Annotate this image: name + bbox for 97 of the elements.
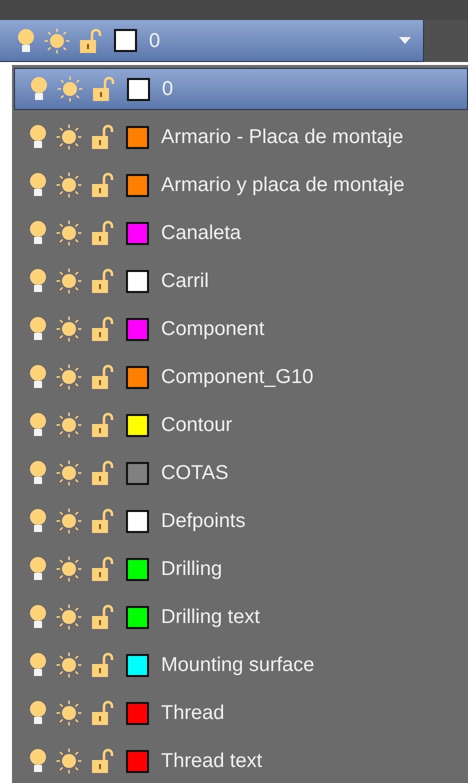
layer-name: Armario - Placa de montaje xyxy=(161,125,404,150)
layer-name: Mounting surface xyxy=(161,653,314,678)
color-swatch[interactable] xyxy=(126,558,149,580)
layer-dropdown[interactable]: 0 xyxy=(0,20,424,62)
lightbulb-icon[interactable] xyxy=(28,172,48,198)
sun-icon[interactable] xyxy=(44,28,70,54)
layer-name: Thread xyxy=(161,701,224,726)
padlock-icon[interactable] xyxy=(91,76,115,102)
sun-icon[interactable] xyxy=(56,220,82,246)
padlock-icon[interactable] xyxy=(90,172,114,198)
sun-icon[interactable] xyxy=(56,556,82,582)
sun-icon[interactable] xyxy=(56,364,82,390)
layer-name: Defpoints xyxy=(161,509,246,534)
padlock-icon[interactable] xyxy=(90,460,114,486)
layer-row[interactable]: Thread text xyxy=(12,737,468,783)
padlock-icon[interactable] xyxy=(90,604,114,630)
lightbulb-icon[interactable] xyxy=(28,124,48,150)
layer-row[interactable]: Thread xyxy=(12,689,468,737)
padlock-icon[interactable] xyxy=(78,28,102,54)
layer-row[interactable]: Drilling text xyxy=(12,593,468,641)
padlock-icon[interactable] xyxy=(90,412,114,438)
layer-name: Thread text xyxy=(161,749,262,774)
padlock-icon[interactable] xyxy=(90,652,114,678)
lightbulb-icon[interactable] xyxy=(29,76,49,102)
color-swatch[interactable] xyxy=(126,414,149,436)
lightbulb-icon[interactable] xyxy=(28,412,48,438)
layer-row[interactable]: Component xyxy=(12,305,468,353)
layer-name: 0 xyxy=(149,28,162,54)
padlock-icon[interactable] xyxy=(90,316,114,342)
layer-name: Contour xyxy=(161,413,232,438)
layer-row[interactable]: Armario y placa de montaje xyxy=(12,161,468,209)
padlock-icon[interactable] xyxy=(90,748,114,774)
layer-name: COTAS xyxy=(161,461,228,486)
sun-icon[interactable] xyxy=(56,124,82,150)
color-swatch[interactable] xyxy=(126,366,149,388)
layer-name: Armario y placa de montaje xyxy=(161,173,404,198)
sun-icon[interactable] xyxy=(56,652,82,678)
color-swatch[interactable] xyxy=(126,654,149,676)
color-swatch[interactable] xyxy=(126,510,149,532)
color-swatch[interactable] xyxy=(114,29,137,52)
sun-icon[interactable] xyxy=(57,76,83,102)
lightbulb-icon[interactable] xyxy=(28,364,48,390)
lightbulb-icon[interactable] xyxy=(28,652,48,678)
lightbulb-icon[interactable] xyxy=(28,748,48,774)
dropdown-arrow-icon[interactable] xyxy=(399,36,411,44)
color-swatch[interactable] xyxy=(126,126,149,148)
lightbulb-icon[interactable] xyxy=(28,316,48,342)
sun-icon[interactable] xyxy=(56,604,82,630)
lightbulb-icon[interactable] xyxy=(28,460,48,486)
color-swatch[interactable] xyxy=(126,222,149,244)
color-swatch[interactable] xyxy=(126,318,149,340)
lightbulb-icon[interactable] xyxy=(16,28,36,54)
layer-row[interactable]: COTAS xyxy=(12,449,468,497)
sun-icon[interactable] xyxy=(56,268,82,294)
lightbulb-icon[interactable] xyxy=(28,508,48,534)
sun-icon[interactable] xyxy=(56,508,82,534)
lightbulb-icon[interactable] xyxy=(28,556,48,582)
sun-icon[interactable] xyxy=(56,748,82,774)
layer-name: Drilling text xyxy=(161,605,260,630)
sun-icon[interactable] xyxy=(56,172,82,198)
layer-row[interactable]: Mounting surface xyxy=(12,641,468,689)
color-swatch[interactable] xyxy=(126,462,149,484)
padlock-icon[interactable] xyxy=(90,556,114,582)
lightbulb-icon[interactable] xyxy=(28,604,48,630)
layer-name: Carril xyxy=(161,269,209,294)
lightbulb-icon[interactable] xyxy=(28,700,48,726)
layer-name: Drilling xyxy=(161,557,222,582)
padlock-icon[interactable] xyxy=(90,700,114,726)
padlock-icon[interactable] xyxy=(90,268,114,294)
layer-row[interactable]: Drilling xyxy=(12,545,468,593)
color-swatch[interactable] xyxy=(126,606,149,628)
color-swatch[interactable] xyxy=(126,702,149,724)
color-swatch[interactable] xyxy=(126,270,149,292)
color-swatch[interactable] xyxy=(126,750,149,772)
layer-name: 0 xyxy=(162,77,174,102)
sun-icon[interactable] xyxy=(56,700,82,726)
layer-row[interactable]: Armario - Placa de montaje xyxy=(12,113,468,161)
lightbulb-icon[interactable] xyxy=(28,220,48,246)
padlock-icon[interactable] xyxy=(90,364,114,390)
color-swatch[interactable] xyxy=(127,78,150,100)
layer-row[interactable]: 0 xyxy=(14,68,468,110)
sun-icon[interactable] xyxy=(56,316,82,342)
layer-name: Component xyxy=(161,317,264,342)
layer-row[interactable]: Canaleta xyxy=(12,209,468,257)
layer-row[interactable]: Contour xyxy=(12,401,468,449)
sun-icon[interactable] xyxy=(56,460,82,486)
layer-row[interactable]: Component_G10 xyxy=(12,353,468,401)
padlock-icon[interactable] xyxy=(90,508,114,534)
padlock-icon[interactable] xyxy=(90,220,114,246)
color-swatch[interactable] xyxy=(126,174,149,196)
layer-row[interactable]: Defpoints xyxy=(12,497,468,545)
lightbulb-icon[interactable] xyxy=(28,268,48,294)
layer-row[interactable]: Carril xyxy=(12,257,468,305)
layer-name: Component_G10 xyxy=(161,365,314,390)
layer-name: Canaleta xyxy=(161,221,242,246)
sun-icon[interactable] xyxy=(56,412,82,438)
padlock-icon[interactable] xyxy=(90,124,114,150)
